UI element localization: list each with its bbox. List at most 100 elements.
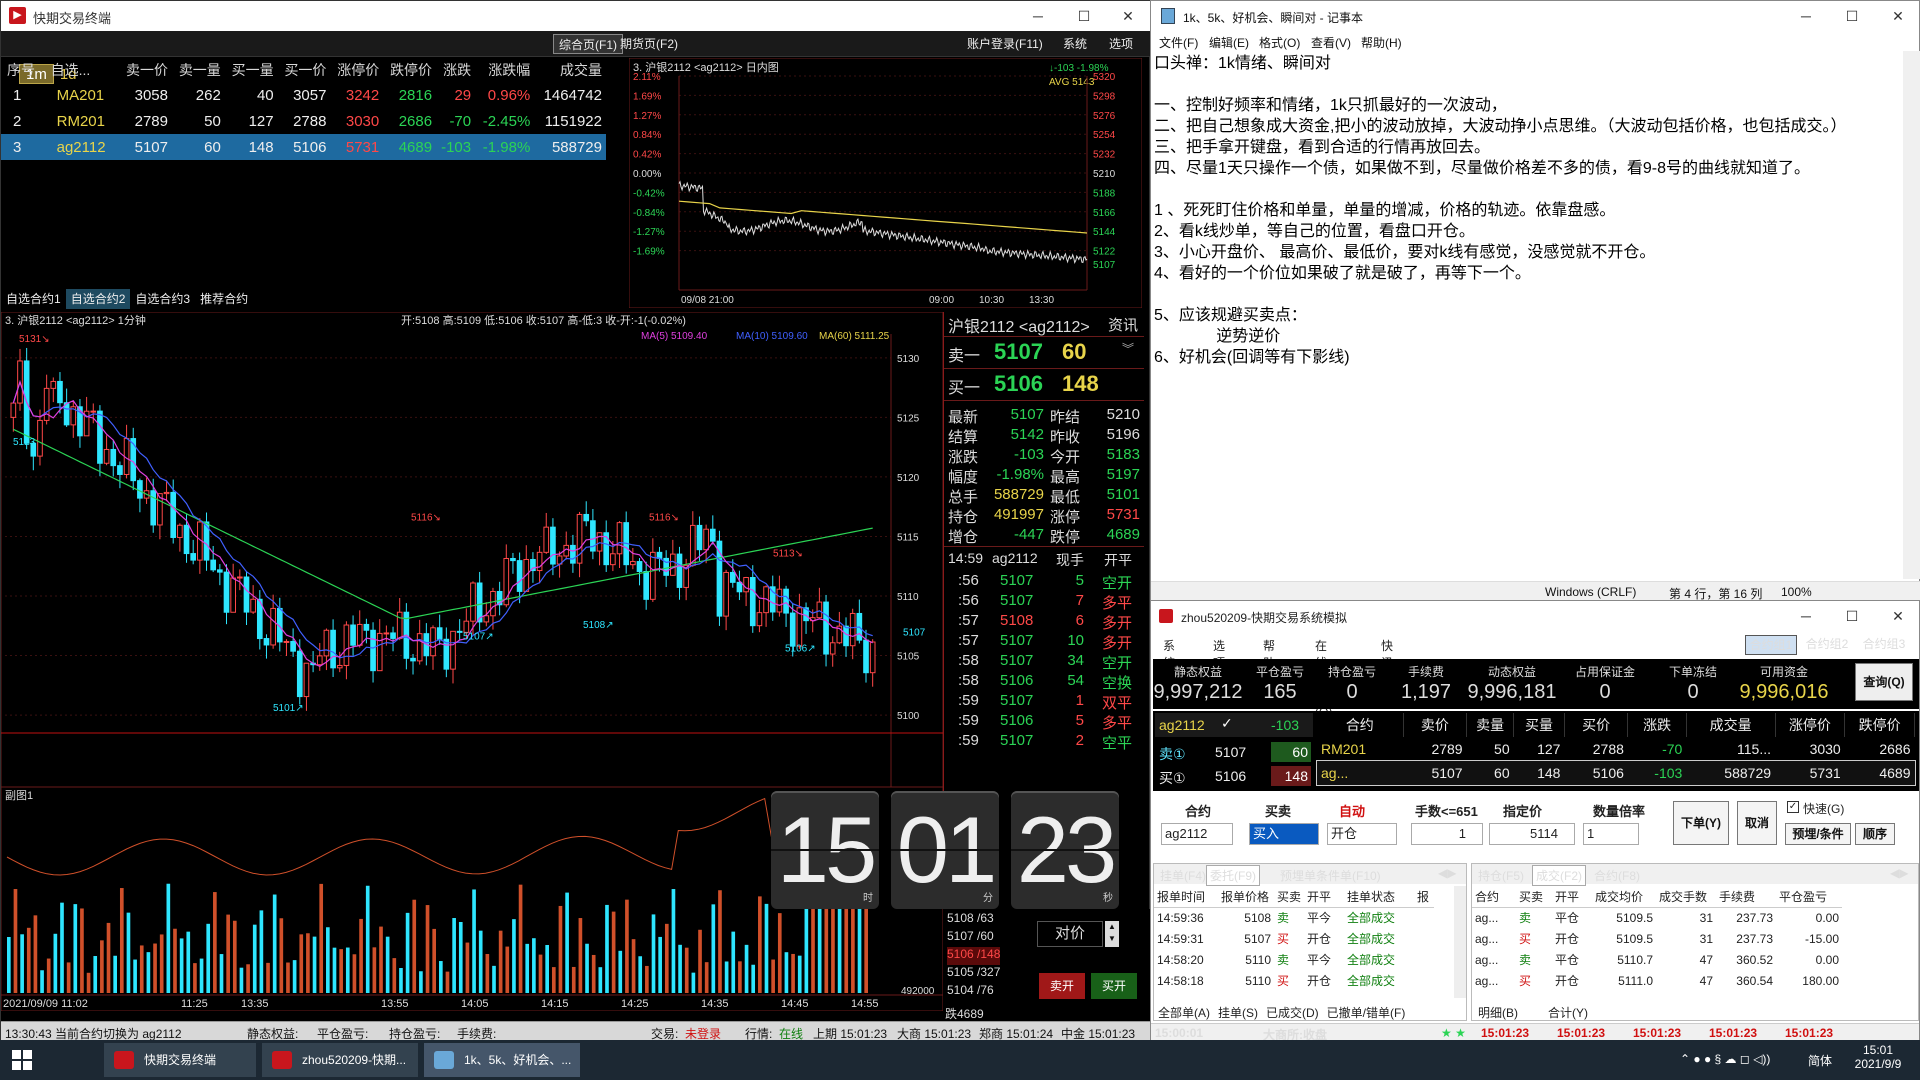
quote-row[interactable]: 2 RM201 2789 50 127 2788 3030 2686 -70 -2.45% 1151… xyxy=(1,108,606,134)
query-button[interactable]: 查询(Q) xyxy=(1855,663,1913,701)
preset-button[interactable]: 预埋/条件 xyxy=(1785,823,1851,845)
side-select[interactable]: 买入 xyxy=(1249,823,1319,845)
tab-watchlist-2[interactable]: 自选合约2 xyxy=(65,289,131,309)
tab-pending[interactable]: 挂单(F4) xyxy=(1160,867,1206,884)
quote-col-header[interactable]: 卖一价 xyxy=(119,58,172,82)
submit-order-button[interactable]: 下单(Y) xyxy=(1673,801,1729,845)
orders-col-header[interactable]: 开平 xyxy=(1304,886,1345,908)
orders-col-header[interactable]: 报 xyxy=(1414,886,1435,908)
orders-filter-radio[interactable]: 挂单(S) xyxy=(1218,1006,1258,1020)
trades-col-header[interactable]: 成交均价 xyxy=(1592,886,1656,908)
ime-indicator[interactable]: 简体 xyxy=(1808,1052,1832,1069)
taskbar-clock[interactable]: 15:01 2021/9/9 xyxy=(1848,1043,1908,1071)
sell-open-button[interactable]: 卖开 xyxy=(1039,973,1085,999)
contract-input[interactable]: ag2112 xyxy=(1161,823,1233,845)
quote-col-header[interactable]: 涨停价 xyxy=(330,58,383,82)
orders-row[interactable]: 14:58:18 5110 买 开仓 全部成交 xyxy=(1154,970,1434,991)
sim-close-button[interactable]: ✕ xyxy=(1875,601,1920,631)
minimize-button[interactable]: ─ xyxy=(1015,1,1061,31)
quote-col-header[interactable]: 跌停价 xyxy=(383,58,436,82)
trades-col-header[interactable]: 买卖 xyxy=(1516,886,1552,908)
quote-row[interactable]: 3 ag2112 5107 60 148 5106 5731 4689 -103 -1.98% 58… xyxy=(1,134,606,160)
order-book-level[interactable]: 5107 /60 xyxy=(947,929,1000,947)
trades-col-header[interactable]: 平仓盈亏 xyxy=(1776,886,1842,908)
quote-col-header[interactable]: 买一量 xyxy=(225,58,278,82)
buy-open-button[interactable]: 买开 xyxy=(1091,973,1137,999)
bid-row[interactable]: 买一 5106 148 xyxy=(944,371,1144,397)
intraday-chart[interactable]: 3. 沪银2112 <ag2112> 日内图 ↓-103 -1.98% AVG … xyxy=(629,58,1142,308)
group-tab-3[interactable]: 合约组3 xyxy=(1857,635,1911,655)
menu-view[interactable]: 查看(V) xyxy=(1311,34,1351,51)
group-tab-1[interactable]: 合约组1 xyxy=(1745,635,1797,655)
orders-col-header[interactable]: 挂单状态 xyxy=(1344,886,1415,908)
menu-system[interactable]: 系统 xyxy=(1063,35,1087,52)
ask-row[interactable]: 卖一 5107 60 ︾ xyxy=(944,339,1144,365)
orders-filter-radio[interactable]: 已成交(D) xyxy=(1266,1006,1319,1020)
mult-input[interactable]: 1 xyxy=(1583,823,1639,845)
trades-row[interactable]: ag... 买 开仓 5111.0 47 360.54 180.00 xyxy=(1472,970,1842,991)
tab-orders[interactable]: 委托(F9) xyxy=(1206,865,1260,886)
order-book-level[interactable]: 5108 /63 xyxy=(947,911,1000,929)
tray-icons[interactable]: ⌃ ● ● § ☁ ◻ ◁)) xyxy=(1680,1052,1770,1066)
tab-positions[interactable]: 持仓(F5) xyxy=(1478,867,1524,884)
trades-col-header[interactable]: 手续费 xyxy=(1716,886,1776,908)
mini-row[interactable]: RM201 2789 50 127 2788 -70 115... 3030 2686 xyxy=(1317,737,1915,761)
fast-checkbox[interactable]: ✓ xyxy=(1787,801,1799,813)
tab-scroll-icon[interactable]: ◀▶ xyxy=(1438,866,1456,880)
quote-col-header[interactable]: 卖一量 xyxy=(172,58,225,82)
price-stepper[interactable]: ▲ ▼ xyxy=(1105,921,1119,947)
tab-contracts[interactable]: 合约(F8) xyxy=(1594,867,1640,884)
orders-filter-radio[interactable]: 已撤单/错单(F) xyxy=(1327,1006,1406,1020)
order-book-level[interactable]: 5105 /327 xyxy=(947,965,1000,983)
mini-row[interactable]: ag... 5107 60 148 5106 -103 588729 5731 4689 xyxy=(1316,760,1916,786)
quote-col-header[interactable]: 成交量 xyxy=(534,58,606,82)
cancel-order-button[interactable]: 取消 xyxy=(1737,801,1777,845)
orders-row[interactable]: 14:58:20 5110 卖 平今 全部成交 xyxy=(1154,949,1434,970)
quote-col-header[interactable]: 序号 xyxy=(1,58,45,82)
trades-filter-radio[interactable]: 明细(B) xyxy=(1478,1006,1518,1020)
orders-row[interactable]: 14:59:36 5108 卖 平今 全部成交 xyxy=(1154,907,1434,928)
orders-scrollbar[interactable] xyxy=(1454,886,1466,998)
menu-file[interactable]: 文件(F) xyxy=(1159,34,1198,51)
trades-col-header[interactable]: 合约 xyxy=(1472,886,1516,908)
tab-futures[interactable]: 期货页(F2) xyxy=(615,34,683,54)
menu-account-login[interactable]: 账户登录(F11) xyxy=(967,35,1043,52)
kline-chart[interactable]: 3. 沪银2112 <ag2112> 1分钟 开:5108 高:5109 低:5… xyxy=(1,312,943,787)
menu-help[interactable]: 帮助(H) xyxy=(1361,34,1402,51)
price-input[interactable]: 5114 xyxy=(1489,823,1575,845)
order-book-level[interactable]: 5104 /76 xyxy=(947,983,1000,1001)
menu-format[interactable]: 格式(O) xyxy=(1259,34,1300,51)
orders-filter-radio[interactable]: 全部单(A) xyxy=(1158,1006,1210,1020)
menu-options[interactable]: 选项 xyxy=(1109,35,1133,52)
tab-overview[interactable]: 综合页(F1) xyxy=(553,34,623,54)
tab-watchlist-1[interactable]: 自选合约1 xyxy=(1,289,66,309)
orders-col-header[interactable]: 买卖 xyxy=(1274,886,1305,908)
maximize-button[interactable]: ☐ xyxy=(1061,1,1107,31)
taskbar-app-notepad[interactable]: 1k、5k、好机会、... xyxy=(424,1043,580,1077)
tab-conditional[interactable]: 预埋单条件单(F10) xyxy=(1280,867,1381,884)
tab-trades[interactable]: 成交(F2) xyxy=(1532,865,1586,886)
mini-bid[interactable]: 买① 5106 148 xyxy=(1155,765,1313,787)
info-link[interactable]: 资讯 xyxy=(1108,314,1138,335)
sequence-button[interactable]: 顺序 xyxy=(1855,823,1895,845)
notepad-scrollbar[interactable] xyxy=(1903,51,1920,579)
quote-col-header[interactable]: 涨跌 xyxy=(436,58,475,82)
menu-edit[interactable]: 编辑(E) xyxy=(1209,34,1249,51)
notepad-maximize-button[interactable]: ☐ xyxy=(1829,1,1875,31)
orders-row[interactable]: 14:59:31 5107 买 开仓 全部成交 xyxy=(1154,928,1434,949)
sim-maximize-button[interactable]: ☐ xyxy=(1829,601,1875,631)
orders-col-header[interactable]: 报单时间 xyxy=(1154,886,1218,908)
price-type-select[interactable]: 对价 xyxy=(1037,921,1103,947)
trades-row[interactable]: ag... 卖 平仓 5110.7 47 360.52 0.00 xyxy=(1472,949,1842,970)
quote-col-header[interactable]: 买一价 xyxy=(278,58,331,82)
qty-input[interactable]: 1 xyxy=(1411,823,1483,845)
notepad-text-area[interactable]: 口头禅：1k情绪、瞬间对 一、控制好频率和情绪，1k只抓最好的一次波动， 二、把自己… xyxy=(1154,53,1894,573)
mini-ask[interactable]: 卖① 5107 60 xyxy=(1155,741,1313,763)
close-button[interactable]: ✕ xyxy=(1105,1,1151,31)
quote-col-header[interactable]: 自选... xyxy=(45,58,120,82)
offset-select[interactable]: 开仓 xyxy=(1327,823,1397,845)
trades-row[interactable]: ag... 卖 平仓 5109.5 31 237.73 0.00 xyxy=(1472,907,1842,928)
trades-row[interactable]: ag... 买 开仓 5109.5 31 237.73 -15.00 xyxy=(1472,928,1842,949)
taskbar-app-trading[interactable]: 快期交易终端 xyxy=(104,1043,256,1077)
group-tab-2[interactable]: 合约组2 xyxy=(1801,635,1853,655)
